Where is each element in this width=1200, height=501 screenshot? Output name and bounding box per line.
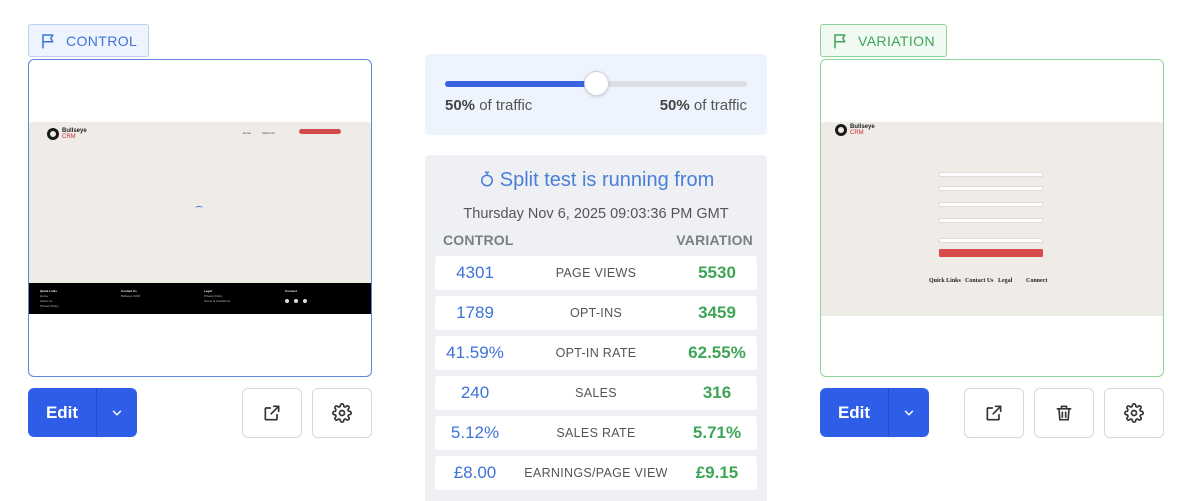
- chevron-down-icon: [904, 410, 914, 415]
- variation-settings-button[interactable]: [1104, 388, 1164, 438]
- traffic-slider-fill: [445, 81, 596, 87]
- external-link-icon: [264, 405, 280, 421]
- control-badge-label: CONTROL: [66, 32, 138, 49]
- variation-badge-label: VARIATION: [858, 32, 935, 49]
- control-traffic-label: 50% of traffic: [445, 97, 533, 114]
- stat-row: 4301 PAGE VIEWS 5530: [435, 256, 757, 290]
- test-status: Split test is running from: [425, 169, 767, 192]
- variation-preview[interactable]: Bullseye CRM Quick Links Contact Us Legal…: [820, 59, 1164, 377]
- stat-row: 41.59% OPT-IN RATE 62.55%: [435, 336, 757, 370]
- variation-value: 316: [702, 383, 732, 402]
- control-edit-button[interactable]: Edit: [28, 388, 96, 437]
- metric-label: EARNINGS/PAGE VIEW: [524, 466, 668, 480]
- variation-edit-button[interactable]: Edit: [820, 388, 888, 437]
- external-link-icon: [986, 405, 1002, 421]
- control-value: 41.59%: [446, 343, 504, 362]
- test-start-date: Thursday Nov 6, 2025 09:03:36 PM GMT: [463, 206, 729, 222]
- mini-cta-button: [299, 129, 341, 134]
- mini-nav-item: Home: [243, 131, 252, 135]
- control-value: 5.12%: [450, 423, 500, 442]
- control-page-footer: Quick Links Home About Us Privacy Policy Co…: [29, 283, 371, 314]
- mini-submit-button: [939, 249, 1043, 257]
- mini-nav-item: About Us: [262, 131, 275, 135]
- metric-label: OPT-INS: [569, 306, 623, 320]
- variation-value: 5.71%: [692, 423, 742, 442]
- metric-label: PAGE VIEWS: [555, 266, 637, 280]
- loading-spinner-icon: [195, 206, 203, 210]
- variation-delete-button[interactable]: [1034, 388, 1094, 438]
- logo: Bullseye CRM: [47, 128, 87, 140]
- flag-icon: [42, 33, 54, 48]
- variation-value: 62.55%: [688, 343, 746, 362]
- stat-row: 240 SALES 316: [435, 376, 757, 410]
- split-test-stats-panel: Split test is running from Thursday Nov …: [425, 155, 767, 501]
- metric-label: SALES: [575, 386, 617, 400]
- stat-row: 5.12% SALES RATE 5.71%: [435, 416, 757, 450]
- column-header-variation: VARIATION: [676, 232, 753, 248]
- gear-icon: [1124, 403, 1144, 423]
- control-value: 4301: [456, 263, 494, 282]
- control-value: 1789: [456, 303, 494, 322]
- metric-label: SALES RATE: [556, 426, 636, 440]
- variation-open-preview-button[interactable]: [964, 388, 1024, 438]
- traffic-split-panel: 50% of traffic 50% of traffic: [425, 54, 767, 135]
- variation-page-thumbnail: Bullseye CRM Quick Links Contact Us Legal…: [821, 122, 1163, 316]
- variation-value: 3459: [698, 303, 736, 322]
- stat-row: £8.00 EARNINGS/PAGE VIEW £9.15: [435, 456, 757, 490]
- flag-icon: [834, 33, 846, 48]
- control-edit-button-group: Edit: [28, 388, 137, 437]
- variation-value: 5530: [698, 263, 736, 282]
- chevron-down-icon: [112, 410, 122, 415]
- control-value: 240: [460, 383, 490, 402]
- control-badge: CONTROL: [28, 24, 150, 57]
- column-header-control: CONTROL: [443, 232, 514, 248]
- stat-row: 1789 OPT-INS 3459: [435, 296, 757, 330]
- traffic-slider-handle[interactable]: [583, 71, 609, 96]
- social-icons: [285, 299, 307, 303]
- control-preview[interactable]: Bullseye CRM Home About Us Quick Links Hom…: [28, 59, 372, 377]
- logo: Bullseye CRM: [835, 124, 875, 136]
- control-edit-dropdown-button[interactable]: [96, 388, 137, 437]
- control-open-preview-button[interactable]: [242, 388, 302, 438]
- gear-icon: [332, 403, 352, 423]
- variation-edit-dropdown-button[interactable]: [888, 388, 929, 437]
- variation-traffic-label: 50% of traffic: [659, 97, 747, 114]
- stopwatch-icon: [480, 171, 493, 187]
- variation-value: £9.15: [695, 463, 739, 482]
- variation-edit-button-group: Edit: [820, 388, 929, 437]
- control-settings-button[interactable]: [312, 388, 372, 438]
- variation-badge: VARIATION: [820, 24, 947, 57]
- metric-label: OPT-IN RATE: [555, 346, 637, 360]
- trash-icon: [1056, 405, 1072, 421]
- control-value: £8.00: [453, 463, 497, 482]
